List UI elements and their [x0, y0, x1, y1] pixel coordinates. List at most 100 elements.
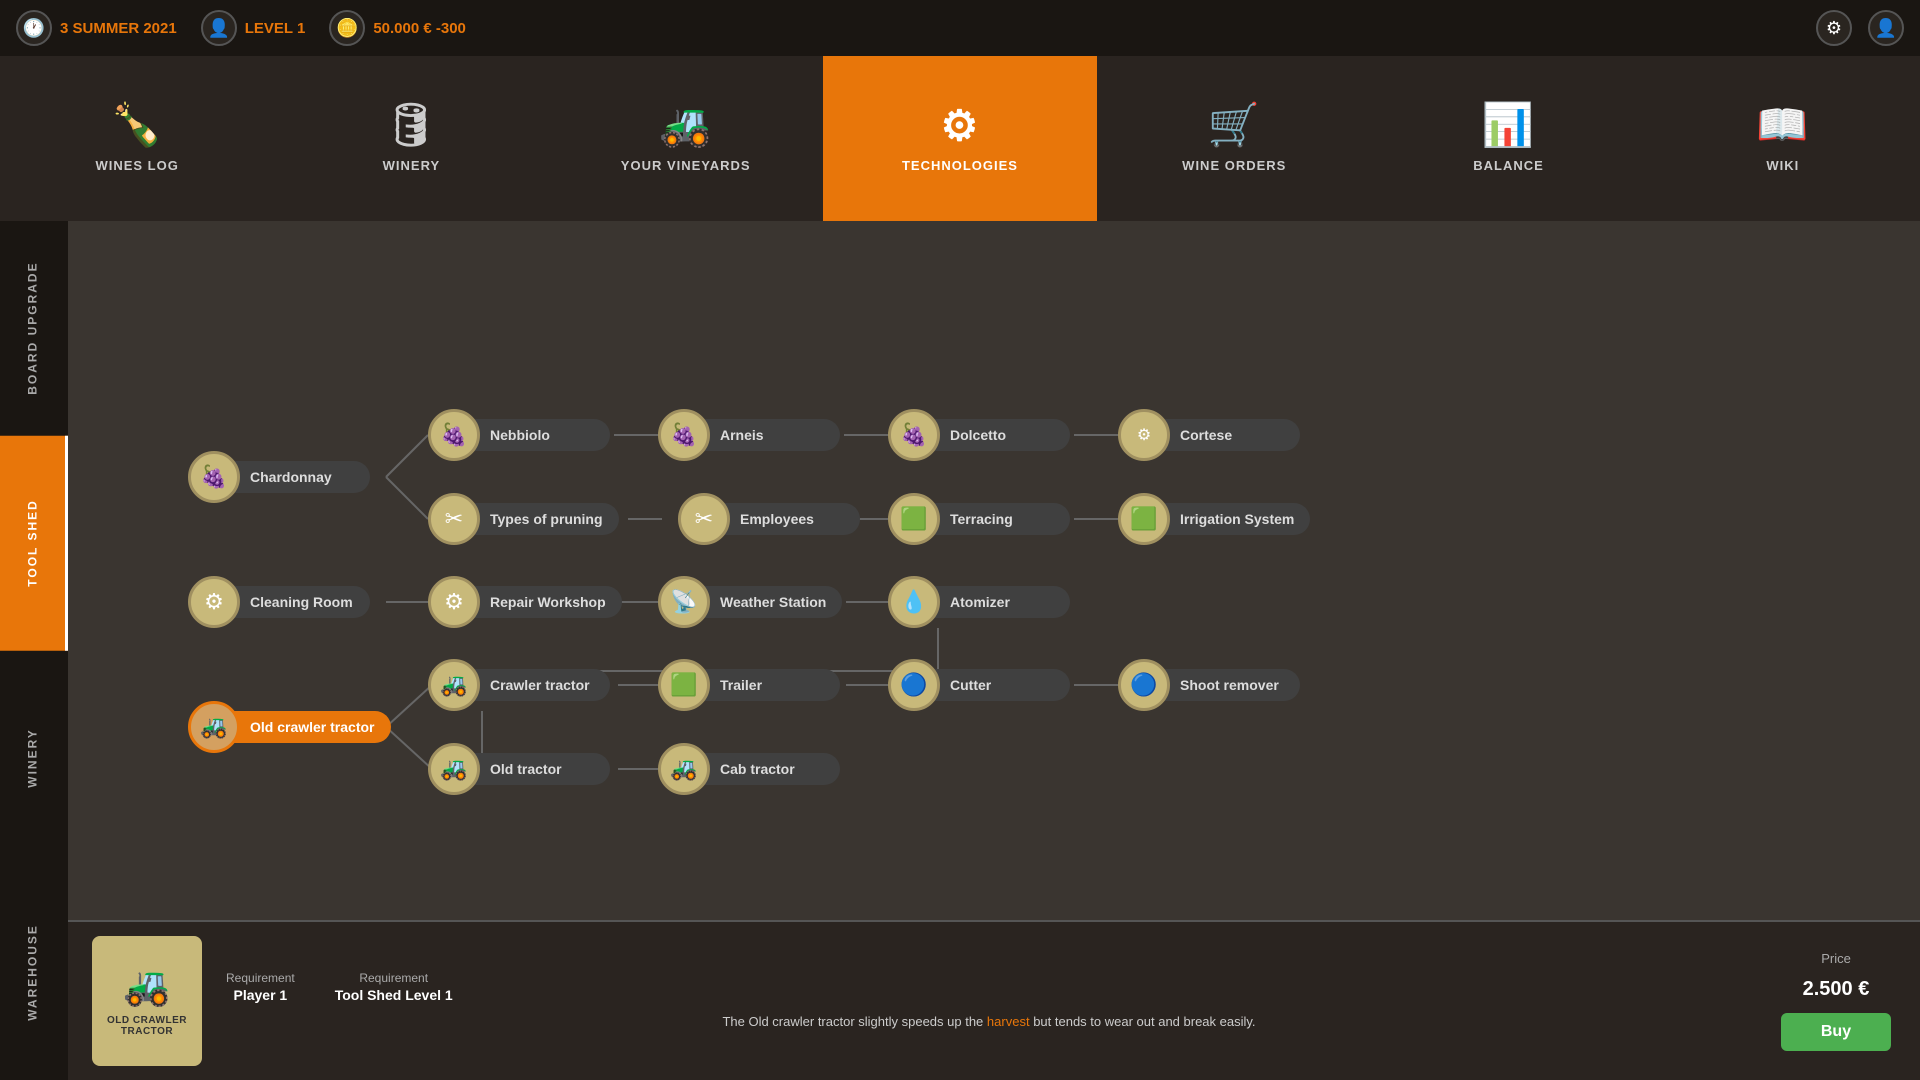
node-irrigation[interactable]: 🟩 Irrigation System	[1118, 493, 1310, 545]
wiki-icon: 📖	[1756, 101, 1809, 150]
nav-wiki[interactable]: 📖 WIKI	[1646, 56, 1920, 221]
nav-wine-orders[interactable]: 🛒 WINE ORDERS	[1097, 56, 1371, 221]
cleaning-room-label: Cleaning Room	[230, 586, 370, 618]
content-area: 🍇 Chardonnay 🍇 Nebbiolo 🍇 Arneis 🍇 Dolce…	[68, 221, 1920, 1080]
nav-bar: 🍾 WINES LOG 🛢 WINERY 🚜 YOUR VINEYARDS ⚙ …	[0, 56, 1920, 221]
employees-label: Employees	[720, 503, 860, 535]
cleaning-room-icon: ⚙	[188, 576, 240, 628]
cortese-icon: ⚙	[1118, 409, 1170, 461]
req2-block: Requirement Tool Shed Level 1	[335, 971, 453, 1003]
item-preview: 🚜 OLD CRAWLER TRACTOR	[92, 936, 202, 1066]
cutter-label: Cutter	[930, 669, 1070, 701]
node-cutter[interactable]: 🔵 Cutter	[888, 659, 1070, 711]
node-nebbiolo[interactable]: 🍇 Nebbiolo	[428, 409, 610, 461]
nav-vineyards[interactable]: 🚜 YOUR VINEYARDS	[549, 56, 823, 221]
node-atomizer[interactable]: 💧 Atomizer	[888, 576, 1070, 628]
profile-button[interactable]: 👤	[1868, 10, 1904, 46]
dolcetto-icon: 🍇	[888, 409, 940, 461]
node-old-tractor[interactable]: 🚜 Old tractor	[428, 743, 610, 795]
employees-icon: ✂	[678, 493, 730, 545]
level-label: LEVEL 1	[245, 20, 306, 37]
types-pruning-label: Types of pruning	[470, 503, 619, 535]
req1-block: Requirement Player 1	[226, 971, 295, 1003]
arneis-label: Arneis	[700, 419, 840, 451]
node-arneis[interactable]: 🍇 Arneis	[658, 409, 840, 461]
types-pruning-icon: ✂	[428, 493, 480, 545]
node-cleaning-room[interactable]: ⚙ Cleaning Room	[188, 576, 370, 628]
trailer-icon: 🟩	[658, 659, 710, 711]
cutter-icon: 🔵	[888, 659, 940, 711]
sidebar-board-upgrade[interactable]: BOARD UPGRADE	[0, 221, 68, 436]
node-chardonnay[interactable]: 🍇 Chardonnay	[188, 451, 370, 503]
technologies-label: TECHNOLOGIES	[902, 158, 1018, 173]
requirements-section: Requirement Player 1 Requirement Tool Sh…	[226, 971, 1752, 1003]
main-area: BOARD UPGRADE TOOL SHED WINERY WAREHOUSE	[0, 221, 1920, 1080]
nav-wines-log[interactable]: 🍾 WINES LOG	[0, 56, 274, 221]
terracing-label: Terracing	[930, 503, 1070, 535]
detail-panel: 🚜 OLD CRAWLER TRACTOR Requirement Player…	[68, 920, 1920, 1080]
weather-station-icon: 📡	[658, 576, 710, 628]
money-label: 50.000 € -300	[373, 20, 466, 37]
cortese-label: Cortese	[1160, 419, 1300, 451]
shoot-remover-icon: 🔵	[1118, 659, 1170, 711]
req1-title: Requirement	[226, 971, 295, 985]
sidebar-warehouse[interactable]: WAREHOUSE	[0, 865, 68, 1080]
buy-button[interactable]: Buy	[1781, 1013, 1891, 1051]
price-section: Price 2.500 € Buy	[1776, 951, 1896, 1051]
node-cortese[interactable]: ⚙ Cortese	[1118, 409, 1300, 461]
nebbiolo-label: Nebbiolo	[470, 419, 610, 451]
vineyards-icon: 🚜	[659, 101, 712, 150]
old-crawler-label: Old crawler tractor	[230, 711, 391, 743]
node-types-pruning[interactable]: ✂ Types of pruning	[428, 493, 619, 545]
irrigation-icon: 🟩	[1118, 493, 1170, 545]
atomizer-label: Atomizer	[930, 586, 1070, 618]
item-preview-label: OLD CRAWLER TRACTOR	[92, 1015, 202, 1037]
balance-icon: 📊	[1482, 101, 1535, 150]
price-label: Price	[1821, 951, 1851, 966]
player-icon: 👤	[201, 10, 237, 46]
req2-value: Tool Shed Level 1	[335, 987, 453, 1003]
node-crawler-tractor[interactable]: 🚜 Crawler tractor	[428, 659, 610, 711]
node-shoot-remover[interactable]: 🔵 Shoot remover	[1118, 659, 1300, 711]
vineyards-label: YOUR VINEYARDS	[621, 158, 751, 173]
node-repair-workshop[interactable]: ⚙ Repair Workshop	[428, 576, 622, 628]
node-dolcetto[interactable]: 🍇 Dolcetto	[888, 409, 1070, 461]
item-preview-icon: 🚜	[123, 965, 170, 1009]
old-crawler-icon: 🚜	[188, 701, 240, 753]
node-trailer[interactable]: 🟩 Trailer	[658, 659, 840, 711]
node-employees[interactable]: ✂ Employees	[678, 493, 860, 545]
settings-button[interactable]: ⚙	[1816, 10, 1852, 46]
top-bar: 🕐 3 SUMMER 2021 👤 LEVEL 1 🪙 50.000 € -30…	[0, 0, 1920, 56]
season-icon: 🕐	[16, 10, 52, 46]
req2-title: Requirement	[359, 971, 428, 985]
crawler-tractor-icon: 🚜	[428, 659, 480, 711]
winery-icon: 🛢	[384, 101, 438, 150]
node-weather-station[interactable]: 📡 Weather Station	[658, 576, 842, 628]
price-value: 2.500 €	[1803, 978, 1870, 1001]
terracing-icon: 🟩	[888, 493, 940, 545]
nav-winery[interactable]: 🛢 WINERY	[274, 56, 548, 221]
level-display: 👤 LEVEL 1	[201, 10, 306, 46]
cab-tractor-icon: 🚜	[658, 743, 710, 795]
node-cab-tractor[interactable]: 🚜 Cab tractor	[658, 743, 840, 795]
irrigation-label: Irrigation System	[1160, 503, 1310, 535]
chardonnay-icon: 🍇	[188, 451, 240, 503]
old-tractor-label: Old tractor	[470, 753, 610, 785]
req1-value: Player 1	[233, 987, 287, 1003]
nebbiolo-icon: 🍇	[428, 409, 480, 461]
nav-technologies[interactable]: ⚙ TECHNOLOGIES	[823, 56, 1097, 221]
balance-label: BALANCE	[1473, 158, 1544, 173]
sidebar-tool-shed[interactable]: TOOL SHED	[0, 436, 68, 651]
atomizer-icon: 💧	[888, 576, 940, 628]
arneis-icon: 🍇	[658, 409, 710, 461]
nav-balance[interactable]: 📊 BALANCE	[1371, 56, 1645, 221]
money-display: 🪙 50.000 € -300	[329, 10, 466, 46]
node-old-crawler[interactable]: 🚜 Old crawler tractor	[188, 701, 391, 753]
sidebar: BOARD UPGRADE TOOL SHED WINERY WAREHOUSE	[0, 221, 68, 1080]
chardonnay-label: Chardonnay	[230, 461, 370, 493]
wines-log-icon: 🍾	[110, 101, 163, 150]
sidebar-winery[interactable]: WINERY	[0, 651, 68, 866]
top-bar-right: ⚙ 👤	[1816, 10, 1904, 46]
node-terracing[interactable]: 🟩 Terracing	[888, 493, 1070, 545]
dolcetto-label: Dolcetto	[930, 419, 1070, 451]
